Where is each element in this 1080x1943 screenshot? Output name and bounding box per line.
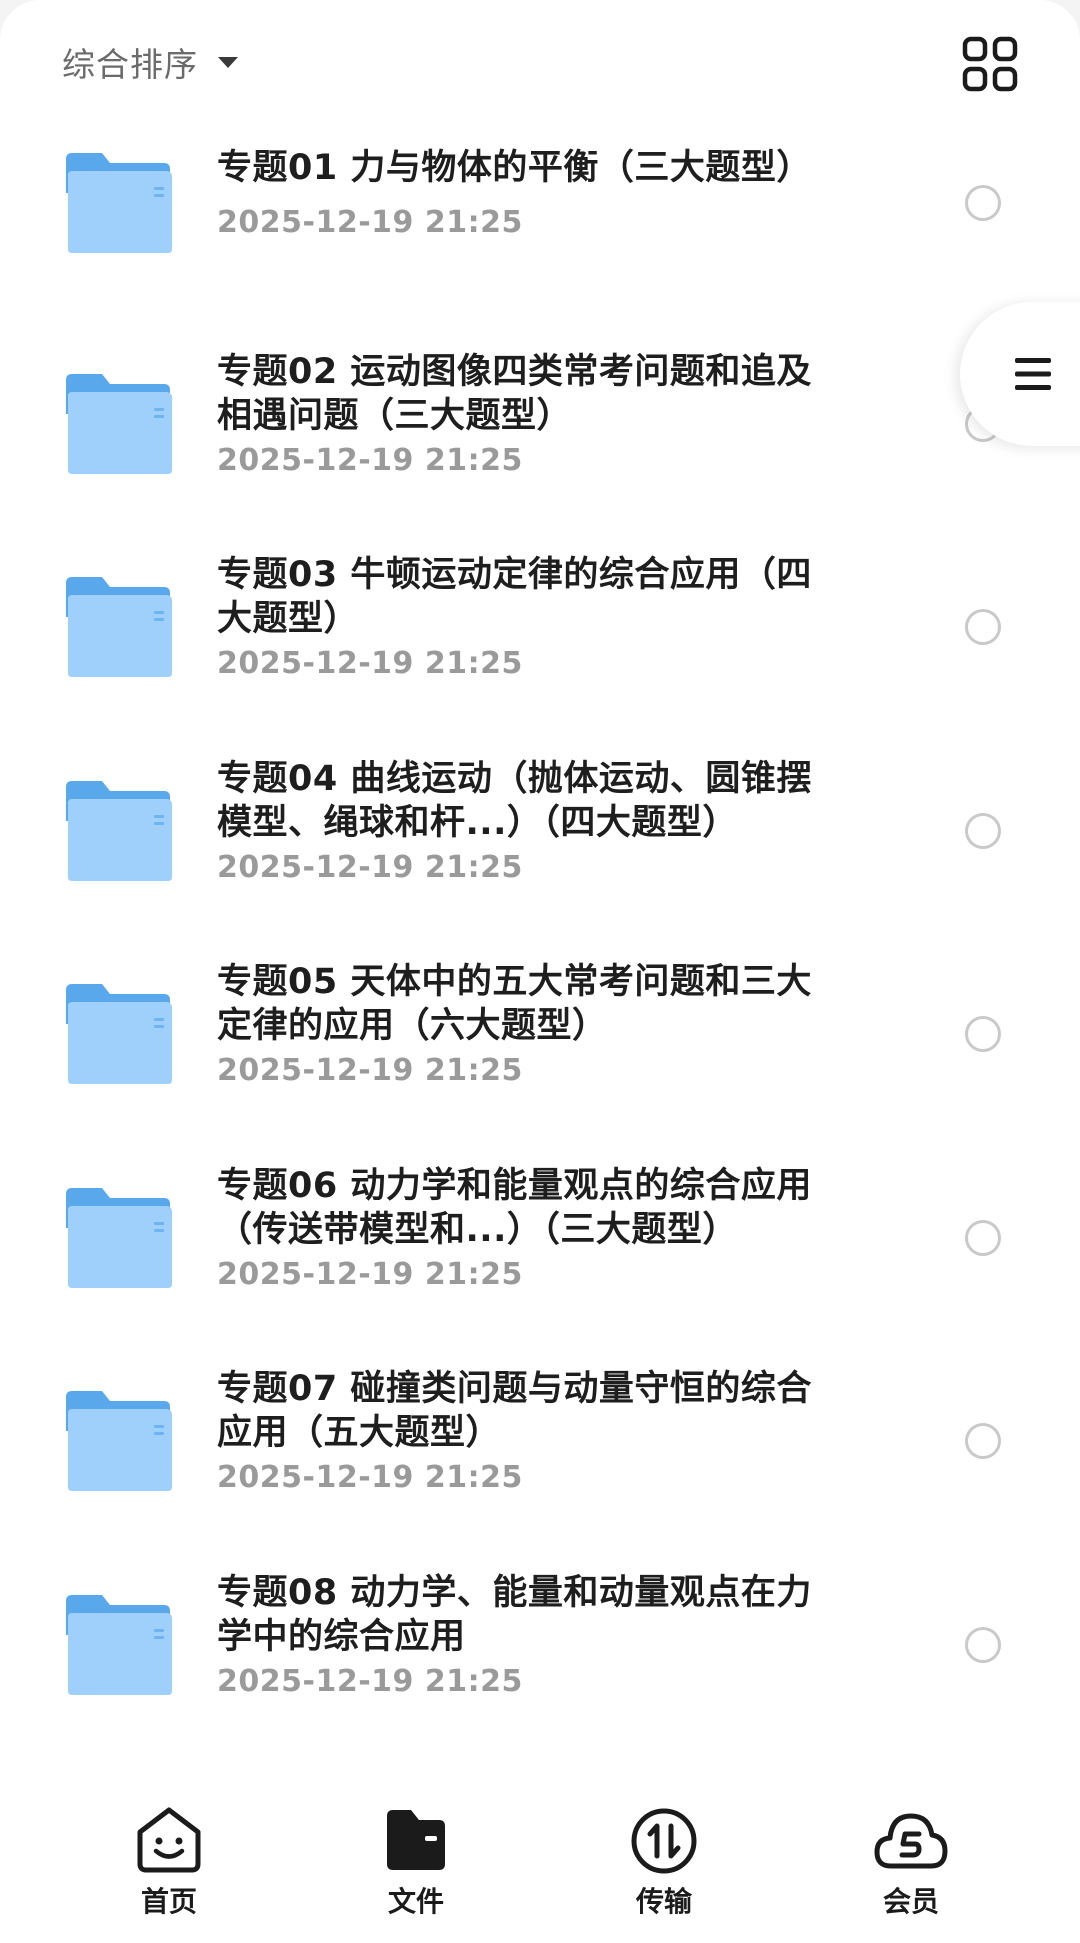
folder-row[interactable]: 专题05 天体中的五大常考问题和三大定律的应用（六大题型） 2025-12-19 … bbox=[0, 939, 1080, 1142]
folder-icon bbox=[64, 373, 174, 474]
smiley-home-icon bbox=[137, 1807, 201, 1873]
transfer-icon bbox=[631, 1808, 697, 1874]
folder-row[interactable]: 专题08 动力学、能量和动量观点在力学中的综合应用 2025-12-19 21:2… bbox=[0, 1550, 1080, 1753]
folder-icon bbox=[64, 153, 174, 253]
folder-date: 2025-12-19 21:25 bbox=[217, 1256, 523, 1292]
folder-title: 专题03 牛顿运动定律的综合应用（四大题型） bbox=[217, 555, 812, 639]
folder-title: 专题07 碰撞类问题与动量守恒的综合应用（五大题型） bbox=[217, 1369, 812, 1453]
folder-title: 专题08 动力学、能量和动量观点在力学中的综合应用 bbox=[217, 1572, 812, 1657]
folder-icon bbox=[64, 984, 174, 1084]
folder-date: 2025-12-19 21:25 bbox=[217, 646, 523, 681]
folder-date: 2025-12-19 21:25 bbox=[217, 1460, 523, 1495]
select-radio[interactable] bbox=[965, 609, 1001, 645]
folder-icon bbox=[64, 1594, 174, 1695]
folder-icon bbox=[64, 577, 174, 677]
menu-icon bbox=[1015, 358, 1051, 390]
folder-title: 专题02 运动图像四类常考问题和追及相遇问题（三大题型） bbox=[217, 351, 812, 436]
select-radio[interactable] bbox=[965, 185, 1001, 221]
select-radio[interactable] bbox=[965, 1626, 1001, 1663]
file-list-sheet: 综合排序 专题01 力与物体的平衡（三大题型） 2025-12-19 21:25 专… bbox=[0, 0, 1080, 1943]
select-radio[interactable] bbox=[965, 812, 1001, 849]
folder-icon bbox=[64, 1391, 174, 1491]
sort-label: 综合排序 bbox=[62, 45, 198, 84]
nav-home[interactable]: 首页 bbox=[89, 1790, 249, 1920]
nav-home-label: 首页 bbox=[140, 1885, 197, 1918]
folder-date: 2025-12-19 21:25 bbox=[217, 205, 523, 240]
folder-title: 专题04 曲线运动（抛体运动、圆锥摆模型、绳球和杆...）（四大题型） bbox=[217, 758, 812, 843]
folder-title: 专题05 天体中的五大常考问题和三大定律的应用（六大题型） bbox=[217, 962, 812, 1046]
grid-view-button[interactable] bbox=[960, 34, 1020, 94]
folder-date: 2025-12-19 21:25 bbox=[217, 849, 523, 885]
grid-view-icon bbox=[962, 36, 1018, 92]
caret-down-icon bbox=[218, 56, 238, 68]
folder-icon bbox=[64, 1187, 174, 1288]
select-radio[interactable] bbox=[965, 1219, 1001, 1256]
nav-member[interactable]: 会员 bbox=[831, 1790, 991, 1920]
nav-member-label: 会员 bbox=[882, 1885, 939, 1918]
folder-row[interactable]: 专题06 动力学和能量观点的综合应用（传送带模型和...）（三大题型） 2025-… bbox=[0, 1143, 1080, 1346]
nav-transfer[interactable]: 传输 bbox=[584, 1790, 744, 1920]
folder-row[interactable]: 专题03 牛顿运动定律的综合应用（四大题型） 2025-12-19 21:25 bbox=[0, 532, 1080, 735]
nav-files[interactable]: 文件 bbox=[336, 1790, 496, 1920]
folder-icon bbox=[64, 780, 174, 881]
folder-date: 2025-12-19 21:25 bbox=[217, 1663, 523, 1699]
cloud-member-icon bbox=[874, 1813, 948, 1869]
nav-files-label: 文件 bbox=[387, 1885, 444, 1918]
nav-transfer-label: 传输 bbox=[635, 1885, 692, 1918]
folder-row[interactable]: 专题01 力与物体的平衡（三大题型） 2025-12-19 21:25 bbox=[0, 125, 1080, 328]
bottom-nav: 首页 文件 传输 会员 bbox=[0, 1790, 1080, 1943]
folder-date: 2025-12-19 21:25 bbox=[217, 442, 523, 478]
folder-date: 2025-12-19 21:25 bbox=[217, 1053, 523, 1088]
folder-row[interactable]: 专题07 碰撞类问题与动量守恒的综合应用（五大题型） 2025-12-19 21:… bbox=[0, 1346, 1080, 1549]
select-radio[interactable] bbox=[965, 1016, 1001, 1052]
sort-dropdown[interactable]: 综合排序 bbox=[62, 36, 238, 88]
toolbar: 综合排序 bbox=[0, 0, 1080, 125]
folder-title: 专题01 力与物体的平衡（三大题型） bbox=[217, 148, 812, 188]
folder-row[interactable]: 专题04 曲线运动（抛体运动、圆锥摆模型、绳球和杆...）（四大题型） 2025-… bbox=[0, 736, 1080, 939]
folder-row[interactable]: 专题02 运动图像四类常考问题和追及相遇问题（三大题型） 2025-12-19 2… bbox=[0, 329, 1080, 532]
select-radio[interactable] bbox=[965, 1423, 1001, 1459]
folder-filled-icon bbox=[387, 1810, 445, 1870]
folder-title: 专题06 动力学和能量观点的综合应用（传送带模型和...）（三大题型） bbox=[217, 1165, 812, 1250]
